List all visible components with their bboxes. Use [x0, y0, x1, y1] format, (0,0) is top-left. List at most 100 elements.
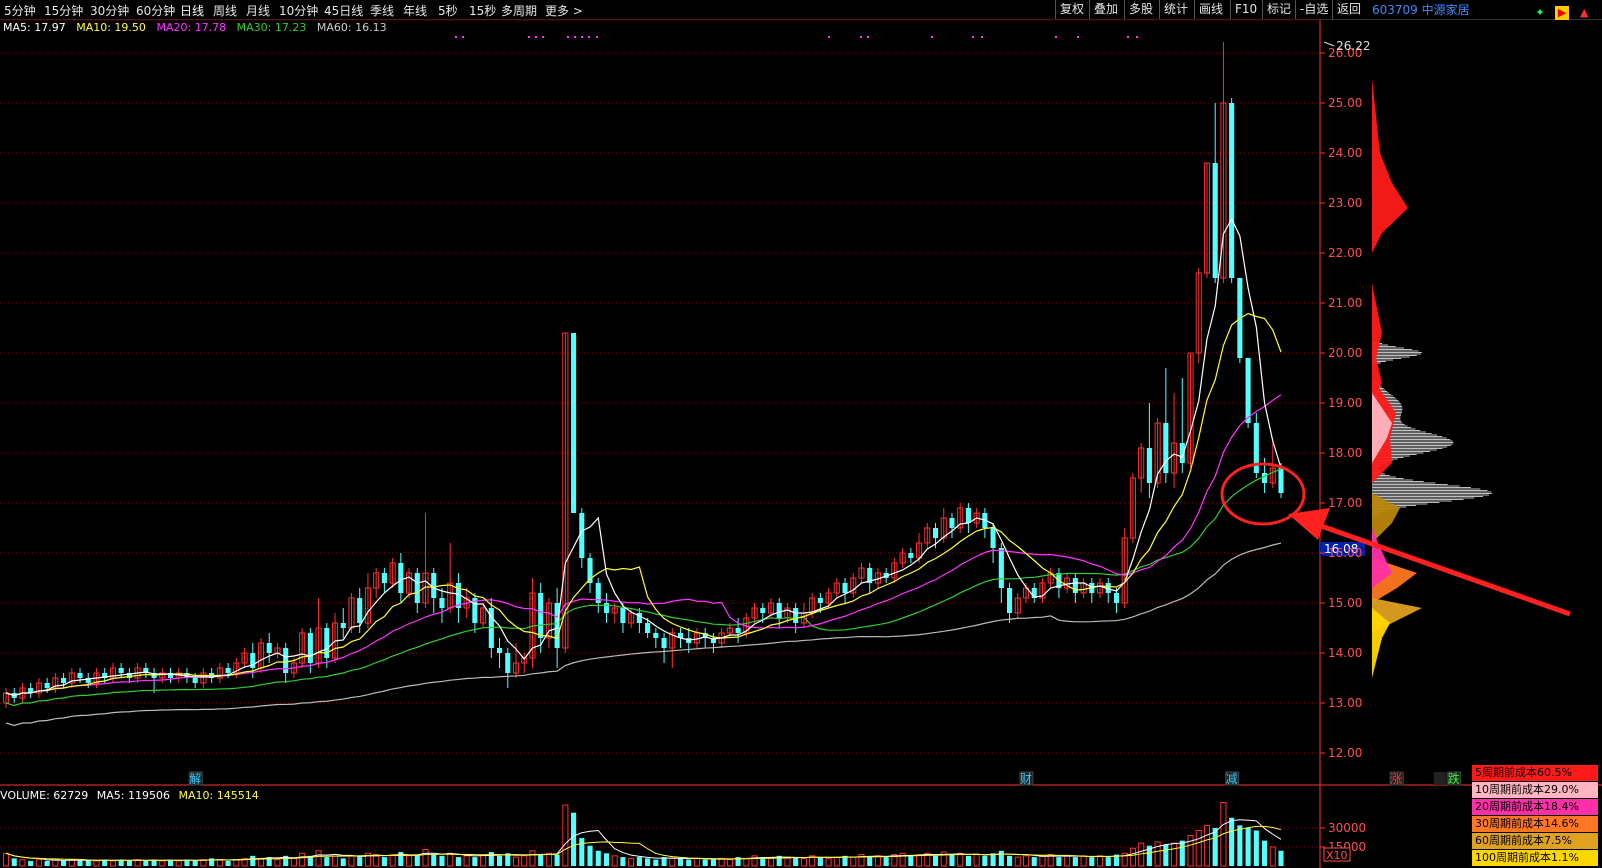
- volume-bar: [19, 859, 26, 867]
- volume-bar: [175, 860, 182, 867]
- candle-body: [1146, 448, 1152, 483]
- volume-bar: [250, 855, 256, 866]
- volume-bar: [998, 850, 1004, 866]
- candle-body: [776, 603, 782, 618]
- volume-bar: [545, 852, 552, 867]
- candle-body: [793, 608, 799, 623]
- candle-body: [990, 528, 996, 548]
- candle-body: [266, 643, 272, 653]
- signal-dot: [455, 36, 457, 38]
- volume-bar: [693, 857, 701, 867]
- volume-bar: [957, 852, 964, 867]
- volume-bar: [109, 860, 116, 867]
- volume-bar: [1278, 850, 1284, 866]
- volume-bar: [414, 854, 420, 866]
- candle-body: [1006, 588, 1013, 613]
- volume-bar: [850, 856, 857, 867]
- volume-bar: [603, 853, 610, 866]
- price-tick-label: 24.00: [1328, 146, 1362, 160]
- volume-bar: [233, 859, 240, 867]
- signal-dot: [581, 36, 583, 38]
- candle-body: [1072, 578, 1078, 593]
- candle-body: [1278, 468, 1284, 493]
- kline-chart[interactable]: 16.08 26.0025.0024.0023.0022.0021.0020.0…: [0, 0, 1602, 868]
- volume-bar: [628, 857, 635, 867]
- volume-bar: [867, 857, 873, 866]
- vol-ma10-line: [5, 825, 1282, 861]
- vol-unit-label: X10: [1326, 849, 1348, 862]
- candle-body: [398, 563, 404, 593]
- volume-bar: [973, 854, 980, 867]
- volume-pane: 3000015000X10: [0, 802, 1366, 867]
- candle-body: [1245, 358, 1251, 423]
- price-tick-label: 14.00: [1328, 646, 1362, 660]
- volume-bar: [1022, 855, 1030, 867]
- ma60-line: [5, 542, 1282, 727]
- volume-bar: [636, 857, 642, 866]
- candle-body: [645, 623, 651, 633]
- candle-body: [61, 678, 67, 683]
- price-tick-label: 23.00: [1328, 196, 1362, 210]
- volume-bar: [874, 855, 881, 867]
- candle-body: [77, 673, 83, 678]
- volume-bar: [1245, 827, 1251, 866]
- signal-dot: [535, 36, 537, 38]
- volume-bar: [463, 855, 470, 867]
- volume-bar: [908, 855, 914, 866]
- signal-dot: [462, 36, 464, 38]
- volume-bar: [290, 857, 297, 867]
- volume-bar: [793, 857, 799, 866]
- volume-bar: [702, 859, 708, 866]
- signal-dot: [931, 36, 933, 38]
- volume-bar: [949, 854, 955, 866]
- candle-body: [431, 573, 437, 598]
- candle-body: [118, 668, 124, 673]
- volume-bar: [480, 854, 487, 867]
- volume-bar: [439, 855, 445, 866]
- cost-box: 20周期前成本18.4%: [1472, 799, 1598, 815]
- chip-gold: [1372, 493, 1400, 543]
- cost-box: 30周期前成本14.6%: [1472, 816, 1598, 832]
- volume-bar: [800, 857, 807, 867]
- volume-bar: [538, 854, 544, 866]
- candle-body: [1212, 163, 1218, 278]
- volume-bar: [965, 855, 971, 866]
- volume-bar: [521, 855, 528, 867]
- volume-bar: [579, 838, 585, 866]
- candle-body: [225, 668, 231, 673]
- candle-body: [381, 573, 387, 583]
- volume-bar: [1105, 857, 1111, 866]
- event-marker-box: [1433, 772, 1447, 785]
- price-tick-label: 13.00: [1328, 696, 1362, 710]
- volume-bar: [595, 850, 601, 866]
- signal-dot: [528, 36, 530, 38]
- volume-bar: [620, 857, 626, 866]
- volume-bar: [357, 857, 363, 866]
- vol-ma5-line: [5, 819, 1282, 861]
- price-tick-label: 16.00: [1328, 546, 1362, 560]
- candle-body: [949, 518, 955, 528]
- event-marker-label: 解: [189, 772, 201, 786]
- candles: [2, 42, 1284, 708]
- ma-lines: [5, 217, 1282, 727]
- volume-bar: [340, 858, 346, 866]
- candle-body: [932, 528, 939, 538]
- ma20-line: [5, 394, 1282, 697]
- event-markers: 解财减涨跌: [188, 771, 1462, 786]
- volume-bar: [216, 859, 223, 867]
- vol-tick-label: 30000: [1328, 821, 1366, 835]
- volume-bar: [1031, 857, 1037, 866]
- price-tick-label: 15.00: [1328, 596, 1362, 610]
- volume-bar: [389, 854, 396, 867]
- volume-bar: [990, 853, 996, 866]
- annotations: 26.22: [455, 36, 1571, 617]
- volume-bar: [677, 858, 684, 866]
- volume-bar: [61, 860, 67, 866]
- volume-bar: [529, 850, 536, 867]
- volume-bar: [982, 855, 988, 866]
- candle-body: [817, 598, 823, 603]
- volume-bar: [1154, 841, 1161, 867]
- signal-dot: [542, 36, 544, 38]
- signal-dot: [860, 36, 862, 38]
- volume-bar: [1212, 827, 1218, 866]
